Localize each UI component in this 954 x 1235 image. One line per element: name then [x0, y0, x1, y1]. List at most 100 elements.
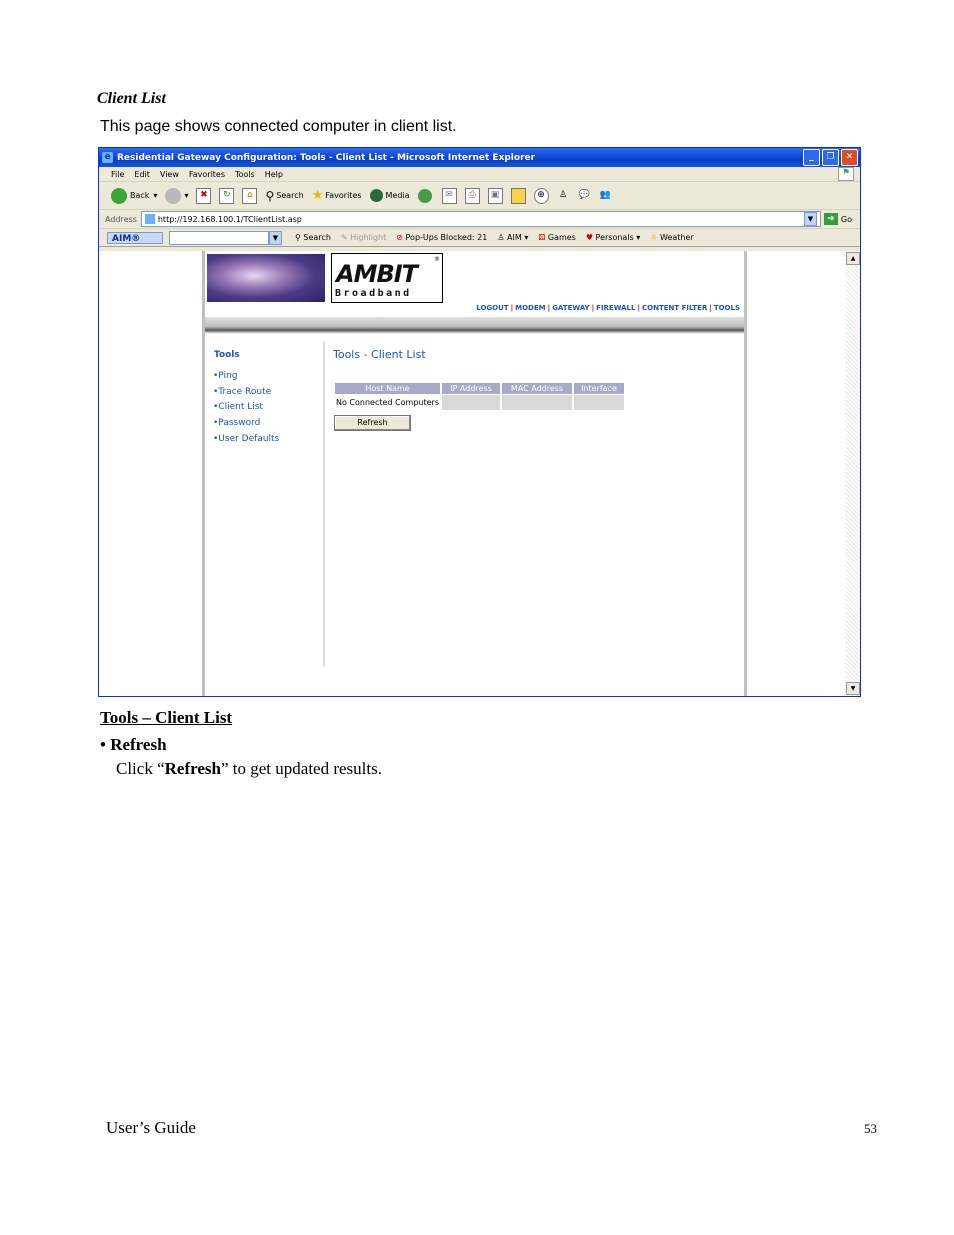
desc-bold: Refresh	[164, 759, 221, 778]
maximize-button[interactable]: ❐	[822, 149, 839, 166]
menu-view[interactable]: View	[160, 170, 179, 179]
scroll-down-icon[interactable]: ▼	[846, 682, 860, 695]
top-navigation: LOGOUT | MODEM | GATEWAY | FIREWALL | CONTENT FI…	[476, 304, 740, 312]
address-input[interactable]: http://192.168.100.1/TClientList.asp ▼	[140, 211, 821, 227]
menu-edit[interactable]: Edit	[134, 170, 150, 179]
popup-blocker-icon: ⊘	[396, 233, 406, 242]
table-row: No Connected Computers	[335, 395, 624, 410]
brand-top: AMBIT	[336, 260, 418, 288]
nav-gateway[interactable]: GATEWAY	[552, 304, 589, 312]
aim-person-icon: ♙	[497, 233, 508, 242]
discuss-icon[interactable]: 💬	[578, 189, 591, 203]
nav-firewall[interactable]: FIREWALL	[596, 304, 635, 312]
nav-item-password[interactable]: •Password	[213, 418, 260, 428]
star-icon: ★	[311, 188, 324, 203]
games-icon: ⚄	[538, 233, 548, 242]
scroll-up-icon[interactable]: ▲	[846, 252, 860, 265]
doc-intro: This page shows connected computer in cl…	[100, 118, 457, 135]
nav-content-filter[interactable]: CONTENT FILTER	[642, 304, 707, 312]
footer-guide: User’s Guide	[106, 1118, 196, 1137]
menu-tools[interactable]: Tools	[235, 170, 255, 179]
aim-aim-label: AIM	[507, 233, 522, 242]
aim-popups[interactable]: ⊘ Pop-Ups Blocked: 21	[396, 233, 487, 242]
page-icon	[144, 214, 155, 224]
media-label: Media	[385, 191, 410, 200]
aim-aim[interactable]: ♙ AIM ▾	[497, 233, 528, 242]
menu-help[interactable]: Help	[265, 170, 283, 179]
aim-weather[interactable]: ☼ Weather	[650, 233, 693, 242]
refresh-button[interactable]: Refresh	[334, 415, 411, 431]
close-button[interactable]: ✕	[841, 149, 858, 166]
go-button[interactable]: ➜ Go	[823, 213, 852, 225]
router-page: AMBIT Broadband ® LOGOUT | MODEM | GATEWAY | F…	[205, 251, 744, 696]
aim-games[interactable]: ⚄ Games	[538, 233, 575, 242]
back-button[interactable]: Back ▾	[111, 187, 157, 204]
nav-tools[interactable]: TOOLS	[714, 304, 740, 312]
page-title: Tools - Client List	[333, 348, 426, 361]
header-swoosh	[205, 317, 744, 341]
media-button[interactable]: Media	[369, 189, 410, 202]
nav-logout[interactable]: LOGOUT	[476, 304, 508, 312]
nav-item-ping[interactable]: •Ping	[213, 371, 237, 381]
standard-toolbar: Back ▾ ▾ ✖ ↻ ⌂ ⚲ Search ★ Favorites Media…	[99, 182, 860, 210]
col-mac-address: MAC Address	[501, 383, 572, 394]
search-button[interactable]: ⚲ Search	[265, 189, 303, 203]
aim-logo[interactable]: AIM®	[107, 231, 163, 244]
forward-arrow-icon	[165, 187, 182, 204]
cell-mac-address	[501, 395, 572, 410]
nav-item-user-defaults[interactable]: •User Defaults	[213, 434, 279, 444]
aim-highlight[interactable]: ✎ Highlight	[341, 233, 386, 242]
aim-personals[interactable]: ♥ Personals ▾	[586, 233, 640, 242]
aim-weather-label: Weather	[660, 233, 694, 242]
cell-ip-address	[441, 395, 500, 410]
favorites-label: Favorites	[325, 191, 362, 200]
research-icon[interactable]: ⊕	[533, 187, 549, 204]
minimize-button[interactable]: _	[803, 149, 820, 166]
nav-item-trace-route[interactable]: •Trace Route	[213, 387, 271, 397]
aim-search-input[interactable]	[169, 230, 269, 245]
stop-icon[interactable]: ✖	[196, 187, 212, 204]
refresh-icon[interactable]: ↻	[219, 187, 235, 204]
address-dropdown-icon[interactable]: ▼	[803, 212, 817, 226]
heart-icon: ♥	[585, 233, 596, 242]
col-host-name: Host Name	[335, 383, 440, 394]
aim-search[interactable]: ⚲ Search	[295, 233, 331, 242]
bullet-description: Click “Refresh” to get updated results.	[116, 759, 382, 779]
menu-file[interactable]: File	[111, 170, 124, 179]
tools-nav: Tools •Ping •Trace Route •Client List •P…	[205, 341, 325, 667]
media-icon	[369, 189, 383, 202]
search-label: Search	[276, 191, 304, 200]
globe-banner-image	[207, 254, 325, 302]
vertical-scrollbar[interactable]: ▲ ▼	[845, 251, 860, 696]
table-header-row: Host Name IP Address MAC Address Interfa…	[335, 383, 624, 394]
aim-games-label: Games	[547, 233, 576, 242]
bullet-refresh: • Refresh	[100, 735, 167, 754]
forward-button[interactable]: ▾	[165, 187, 188, 204]
title-bar: e Residential Gateway Configuration: Too…	[99, 148, 860, 167]
registered-icon: ®	[434, 256, 440, 263]
browser-window: e Residential Gateway Configuration: Too…	[98, 147, 861, 697]
favorites-button[interactable]: ★ Favorites	[312, 188, 362, 203]
users-icon[interactable]: 👥	[599, 189, 612, 203]
left-margin	[99, 251, 205, 696]
desc-pre: Click “	[116, 759, 165, 778]
mail-icon[interactable]: ✉	[441, 187, 457, 204]
highlighter-icon: ✎	[340, 233, 351, 242]
menu-favorites[interactable]: Favorites	[189, 170, 225, 179]
col-interface: Interface	[573, 383, 624, 394]
print-icon[interactable]: ⎙	[464, 187, 480, 204]
ie-icon: e	[102, 152, 113, 163]
nav-modem[interactable]: MODEM	[515, 304, 545, 312]
history-icon[interactable]	[417, 188, 432, 203]
go-arrow-icon: ➜	[823, 213, 838, 225]
messenger-icon[interactable]: ♙	[557, 189, 570, 203]
search-icon: ⚲	[265, 188, 275, 203]
desc-post: ” to get updated results.	[220, 759, 382, 778]
notes-icon[interactable]	[510, 187, 526, 204]
nav-item-client-list[interactable]: •Client List	[213, 402, 263, 412]
edit-icon[interactable]: ▣	[487, 187, 503, 204]
aim-dropdown-icon[interactable]: ▼	[269, 230, 282, 245]
brand-bottom: Broadband	[335, 288, 412, 299]
home-icon[interactable]: ⌂	[242, 187, 258, 204]
cell-host-name: No Connected Computers	[335, 395, 440, 410]
